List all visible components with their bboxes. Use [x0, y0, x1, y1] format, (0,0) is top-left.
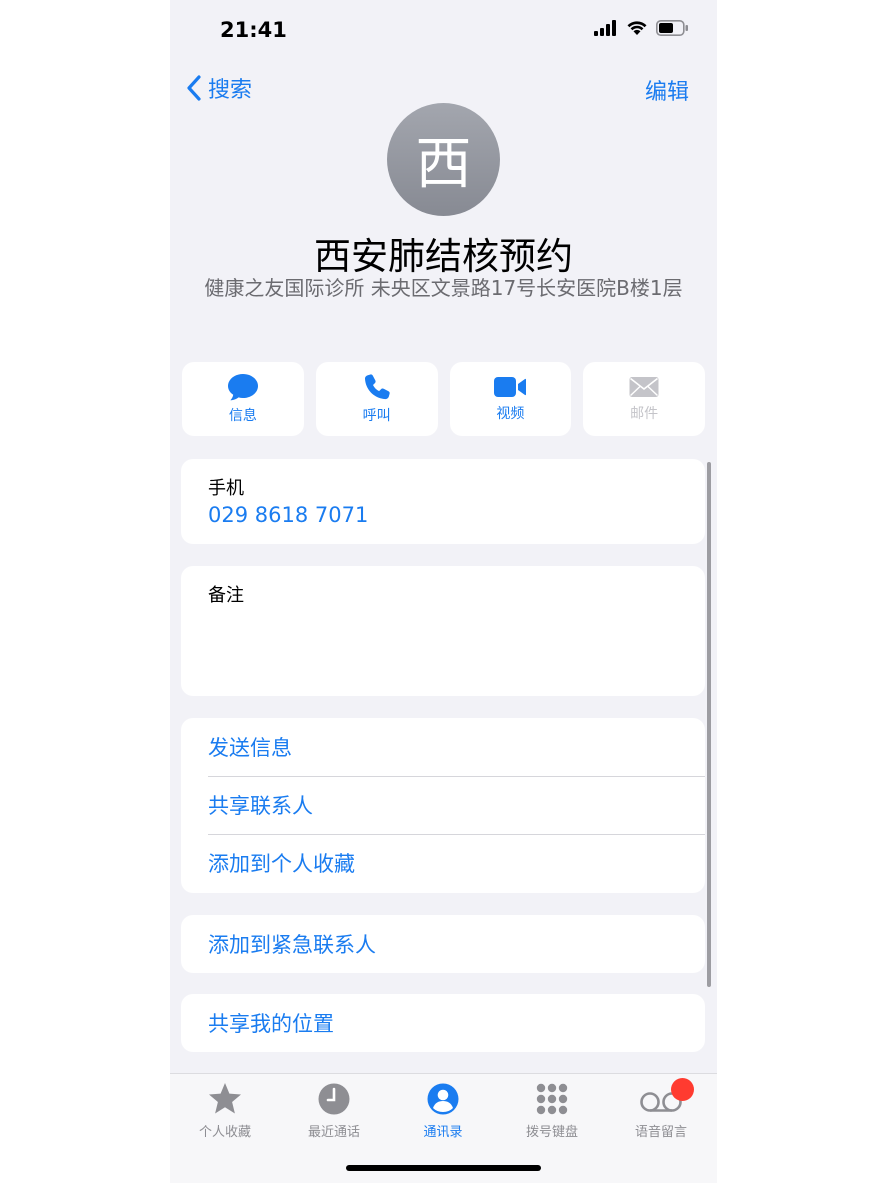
avatar: 西 — [387, 103, 500, 216]
contact-subtitle: 健康之友国际诊所 未央区文景路17号长安医院B楼1层 — [204, 276, 683, 300]
tab-voicemail-label: 语音留言 — [634, 1125, 687, 1140]
battery-icon — [656, 20, 688, 36]
message-icon — [227, 374, 258, 401]
status-time: 21:41 — [220, 18, 287, 42]
status-icons — [594, 20, 689, 36]
back-label: 搜索 — [208, 78, 253, 103]
home-indicator[interactable] — [346, 1165, 541, 1171]
message-label: 信息 — [228, 408, 257, 424]
phone-icon — [364, 374, 390, 400]
scrollbar[interactable] — [707, 462, 711, 987]
action-buttons: 信息 呼叫 视频 邮件 — [182, 362, 705, 436]
tab-favorites[interactable]: 个人收藏 — [175, 1082, 275, 1140]
clock-icon — [318, 1083, 350, 1115]
tab-voicemail[interactable]: 语音留言 — [611, 1078, 711, 1140]
mail-label: 邮件 — [630, 406, 659, 422]
edit-button[interactable]: 编辑 — [645, 74, 689, 106]
call-button[interactable]: 呼叫 — [315, 362, 438, 436]
tab-favorites-label: 个人收藏 — [198, 1125, 251, 1140]
back-button[interactable]: 搜索 — [186, 72, 252, 104]
call-label: 呼叫 — [362, 408, 391, 424]
contact-detail-screen: 21:41 搜索 编辑 西 西安肺结核预约 健康之友国际诊所 未央区文景路17号… — [170, 0, 717, 1183]
phone-number[interactable]: 029 8618 7071 — [208, 503, 368, 527]
add-emergency-contact-row[interactable]: 添加到紧急联系人 — [181, 915, 705, 973]
signal-icon — [594, 20, 616, 36]
share-location-card: 共享我的位置 — [181, 994, 705, 1052]
wifi-icon — [627, 21, 647, 35]
phone-field-card[interactable]: 手机 029 8618 7071 — [181, 459, 705, 544]
star-icon — [209, 1083, 241, 1114]
message-button[interactable]: 信息 — [182, 362, 304, 436]
video-button[interactable]: 视频 — [449, 362, 572, 436]
video-icon — [494, 377, 527, 397]
tab-contacts[interactable]: 通讯录 — [393, 1082, 493, 1140]
phone-field-label: 手机 — [208, 478, 244, 499]
notes-label: 备注 — [208, 585, 244, 606]
options-card: 发送信息 共享联系人 添加到个人收藏 — [181, 718, 705, 893]
tab-keypad-label: 拨号键盘 — [525, 1125, 578, 1140]
share-contact-row[interactable]: 共享联系人 — [181, 776, 705, 834]
share-location-row[interactable]: 共享我的位置 — [181, 994, 705, 1052]
video-label: 视频 — [496, 406, 525, 422]
contact-name: 西安肺结核预约 — [314, 235, 573, 278]
send-message-row[interactable]: 发送信息 — [181, 718, 705, 776]
mail-icon — [629, 377, 659, 397]
add-to-favorites-row[interactable]: 添加到个人收藏 — [181, 834, 705, 892]
mail-button[interactable]: 邮件 — [583, 362, 705, 436]
emergency-card: 添加到紧急联系人 — [181, 915, 705, 973]
notes-card[interactable]: 备注 — [181, 566, 705, 696]
tab-recents-label: 最近通话 — [307, 1125, 360, 1140]
keypad-icon — [536, 1083, 568, 1115]
tab-recents[interactable]: 最近通话 — [284, 1082, 384, 1140]
tab-keypad[interactable]: 拨号键盘 — [502, 1082, 602, 1140]
contacts-icon — [427, 1083, 459, 1115]
chevron-left-icon — [187, 75, 201, 101]
voicemail-badge — [671, 1078, 694, 1101]
tab-contacts-label: 通讯录 — [423, 1125, 463, 1140]
